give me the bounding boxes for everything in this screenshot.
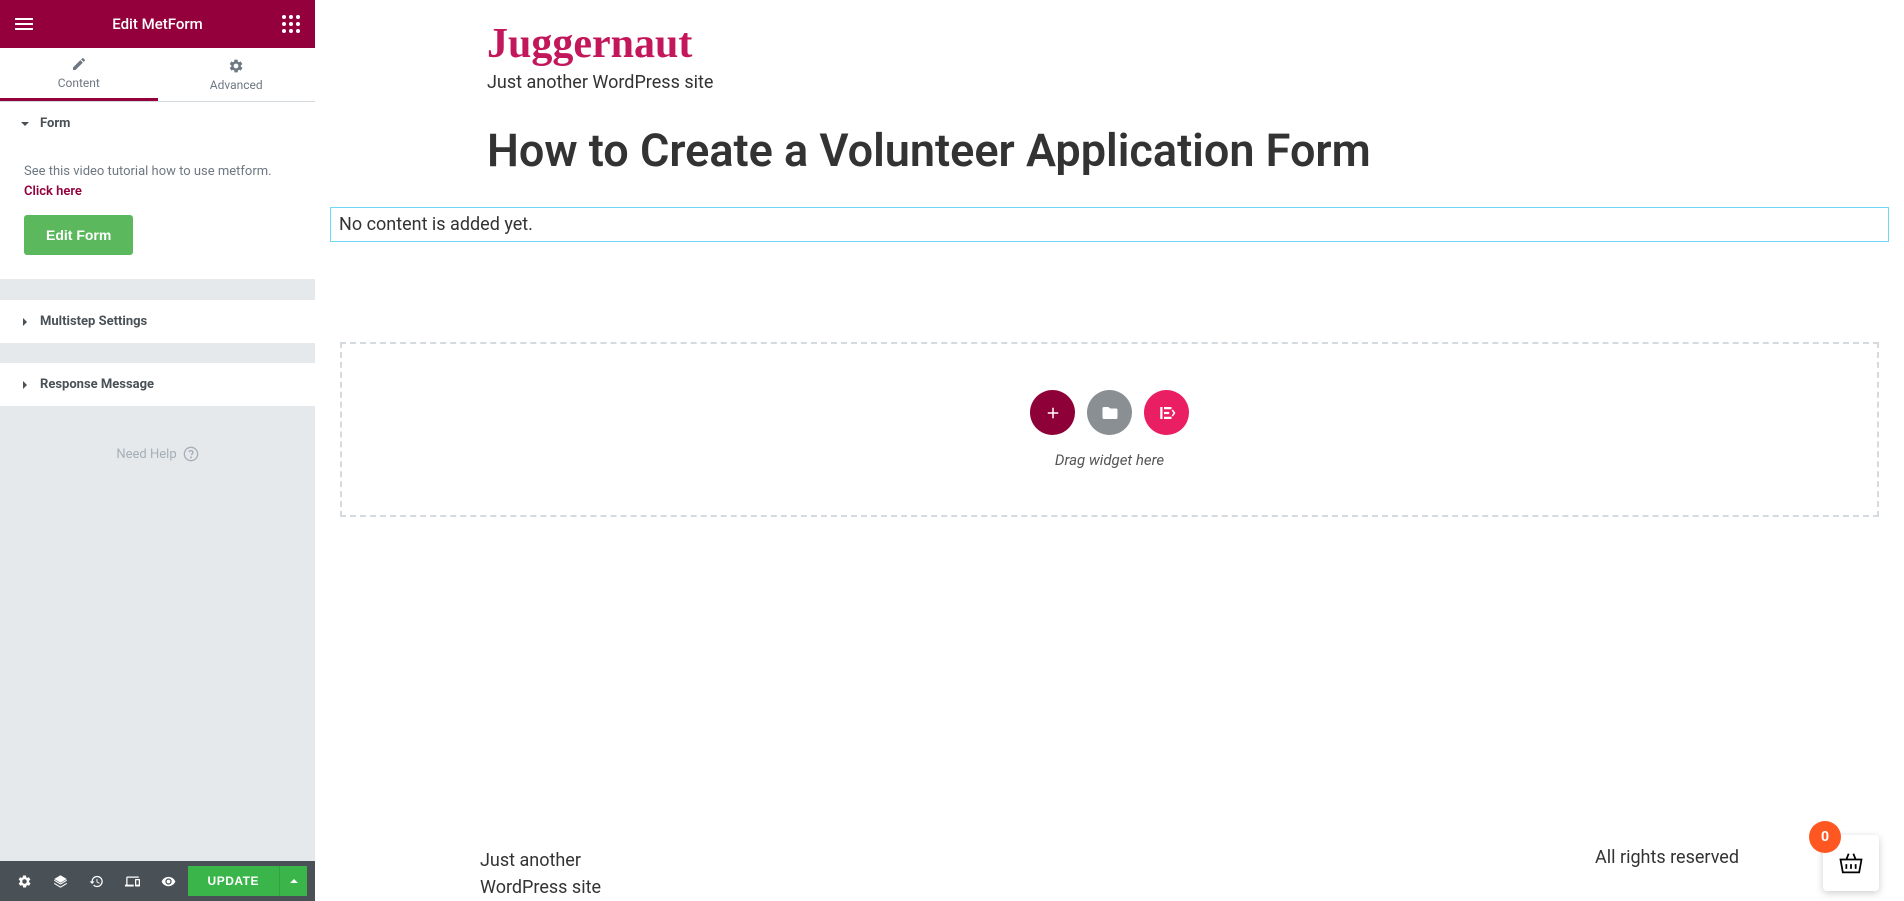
- section-response-title: Response Message: [40, 377, 154, 392]
- need-help-label: Need Help: [116, 447, 176, 462]
- edit-form-button[interactable]: Edit Form: [24, 215, 133, 255]
- divider: [0, 280, 315, 300]
- basket-icon: [1837, 849, 1865, 877]
- tab-advanced-label: Advanced: [210, 78, 263, 92]
- sidebar-header: Edit MetForm: [0, 0, 315, 48]
- caret-right-icon: [20, 380, 30, 390]
- hamburger-icon[interactable]: [12, 12, 36, 36]
- site-header: Juggernaut Just another WordPress site: [325, 20, 1894, 93]
- tab-advanced[interactable]: Advanced: [158, 48, 316, 101]
- navigator-icon[interactable]: [44, 865, 76, 897]
- tab-content[interactable]: Content: [0, 48, 158, 101]
- section-form-header[interactable]: Form: [0, 102, 315, 146]
- preview-area: Juggernaut Just another WordPress site H…: [315, 0, 1904, 901]
- section-response[interactable]: Response Message: [0, 363, 315, 406]
- panel-sections: Form See this video tutorial how to use …: [0, 102, 315, 280]
- section-multistep-title: Multistep Settings: [40, 314, 147, 329]
- caret-right-icon: [20, 317, 30, 327]
- help-icon: [183, 446, 199, 462]
- template-library-button[interactable]: [1087, 390, 1132, 435]
- history-icon[interactable]: [80, 865, 112, 897]
- ek-icon: [1158, 404, 1176, 422]
- sidebar: Edit MetForm Content Advanced Form: [0, 0, 315, 901]
- page-title: How to Create a Volunteer Application Fo…: [325, 123, 1425, 179]
- plus-icon: [1044, 404, 1062, 422]
- elementskit-button[interactable]: [1144, 390, 1189, 435]
- sidebar-footer: UPDATE: [0, 861, 315, 901]
- pencil-icon: [71, 56, 87, 72]
- responsive-icon[interactable]: [116, 865, 148, 897]
- footer-tagline: Just another WordPress site: [480, 847, 660, 901]
- tutorial-link[interactable]: Click here: [24, 184, 82, 199]
- preview-footer: Just another WordPress site All rights r…: [315, 837, 1904, 901]
- section-multistep[interactable]: Multistep Settings: [0, 300, 315, 343]
- settings-icon[interactable]: [8, 865, 40, 897]
- drag-hint: Drag widget here: [1055, 451, 1164, 469]
- sidebar-title: Edit MetForm: [112, 15, 202, 33]
- preview-icon[interactable]: [152, 865, 184, 897]
- footer-rights: All rights reserved: [1595, 847, 1739, 868]
- folder-icon: [1101, 404, 1119, 422]
- drop-zone[interactable]: Drag widget here: [340, 342, 1879, 517]
- caret-up-icon: [289, 876, 299, 886]
- gear-icon: [228, 58, 244, 74]
- add-section-button[interactable]: [1030, 390, 1075, 435]
- caret-down-icon: [20, 119, 30, 129]
- section-form-title: Form: [40, 116, 70, 131]
- site-title[interactable]: Juggernaut: [487, 20, 1894, 68]
- section-form-body: See this video tutorial how to use metfo…: [0, 146, 315, 280]
- no-content-placeholder[interactable]: No content is added yet.: [330, 207, 1889, 242]
- tab-content-label: Content: [58, 76, 100, 90]
- update-button[interactable]: UPDATE: [188, 866, 279, 896]
- cart-widget: 0: [1823, 835, 1879, 891]
- site-tagline: Just another WordPress site: [487, 72, 1894, 93]
- panel-tabs: Content Advanced: [0, 48, 315, 102]
- tutorial-text: See this video tutorial how to use metfo…: [24, 162, 291, 201]
- cart-count-badge: 0: [1809, 821, 1841, 853]
- apps-grid-icon[interactable]: [279, 12, 303, 36]
- update-dropdown-button[interactable]: [279, 866, 307, 896]
- divider: [0, 343, 315, 363]
- need-help[interactable]: Need Help: [0, 406, 315, 502]
